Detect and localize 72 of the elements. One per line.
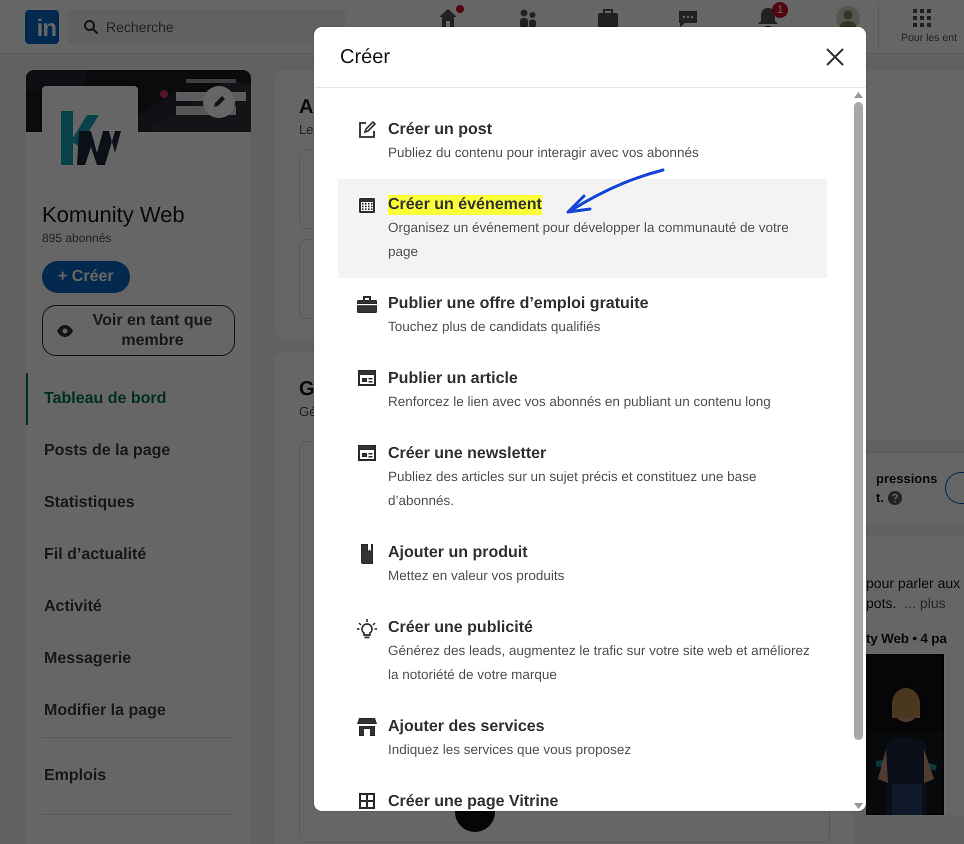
option-description: Publiez des articles sur un sujet précis et constituez une base d’abonnés. xyxy=(388,468,758,510)
grid-icon xyxy=(359,793,375,809)
option-title: Ajouter un produit xyxy=(388,543,528,563)
scrollbar[interactable] xyxy=(853,92,863,809)
store-icon xyxy=(357,718,377,736)
calendar-icon xyxy=(358,196,376,214)
sidebar-nav-item[interactable]: Emplois xyxy=(26,738,251,814)
sidebar-nav-item[interactable]: Statistiques xyxy=(26,477,251,529)
lightbulb-icon xyxy=(357,619,377,639)
pencil-icon xyxy=(211,94,227,110)
page-name: Komunity Web xyxy=(42,202,186,228)
see-more-link[interactable]: ... plus xyxy=(904,595,946,611)
newsletter-icon xyxy=(358,445,376,461)
scroll-up-icon[interactable] xyxy=(854,92,862,98)
article-icon xyxy=(358,370,376,386)
scrollbar-thumb[interactable] xyxy=(854,102,862,740)
post-text-line: pour parler aux xyxy=(866,574,962,593)
sidebar-nav-item[interactable]: Posts de la page xyxy=(26,425,251,477)
business-menu-label[interactable]: Pour les ent xyxy=(901,32,958,44)
card-title: G xyxy=(299,378,315,400)
option-title: Créer un post xyxy=(388,120,492,140)
create-option[interactable]: Créer une page Vitrine xyxy=(338,776,827,811)
option-title: Créer une newsletter xyxy=(388,444,546,464)
option-description: Renforcez le lien avec vos abonnés en publiant un contenu long xyxy=(388,393,771,411)
close-icon xyxy=(826,48,844,66)
scroll-down-icon[interactable] xyxy=(854,803,862,809)
post-text-line: pots. ... plus xyxy=(866,594,947,613)
post-author: ty Web • 4 pa xyxy=(866,631,947,646)
notification-badge: 1 xyxy=(772,2,788,18)
option-description: Touchez plus de candidats qualifiés xyxy=(388,318,600,336)
sidebar-nav-item[interactable]: Modifier la page xyxy=(26,685,251,737)
option-title: Ajouter des services xyxy=(388,717,545,737)
card-title: A xyxy=(299,96,314,118)
option-title: Créer une page Vitrine xyxy=(388,792,558,811)
sidebar-nav-item[interactable]: Fil d’actualité xyxy=(26,529,251,581)
create-option[interactable]: Créer un post Publiez du contenu pour interagir avec vos abonnés xyxy=(338,104,827,179)
follower-count: 895 abonnés xyxy=(42,231,112,245)
option-description: Indiquez les services que vous proposez xyxy=(388,741,632,759)
card-subtitle: Le xyxy=(299,122,314,137)
create-option[interactable]: Publier un article Renforcez le lien avec vos abonnés en publiant un contenu long xyxy=(338,353,827,428)
search-field[interactable]: Recherche xyxy=(68,10,346,44)
option-description: Mettez en valeur vos produits xyxy=(388,567,564,585)
sidebar-nav-item[interactable]: Activité xyxy=(26,581,251,633)
sidebar-nav-item[interactable]: Messagerie xyxy=(26,633,251,685)
dialog-title: Créer xyxy=(340,46,390,68)
help-icon[interactable] xyxy=(888,490,902,504)
create-button[interactable]: + Créer xyxy=(42,261,130,293)
create-option[interactable]: Créer un événement Organisez un événement pour développer la communauté de votre page xyxy=(338,179,827,278)
impressions-subtitle: t. xyxy=(876,490,884,505)
book-icon xyxy=(359,544,375,564)
option-description: Organisez un événement pour développer la communauté de votre page xyxy=(388,219,790,261)
option-title: Créer un événement xyxy=(388,195,542,215)
view-as-member-button[interactable]: Voir en tant que membre xyxy=(42,305,235,356)
create-option[interactable]: Publier une offre d’emploi gratuite Touchez plus de candidats qualifiés xyxy=(338,278,827,353)
impressions-title: pressions xyxy=(876,471,938,486)
option-title: Créer une publicité xyxy=(388,618,533,638)
create-option[interactable]: Créer une publicité Générez des leads, augmentez le trafic sur votre site web et améliorez la notoriété de votre marque xyxy=(338,602,827,701)
apps-grid-icon[interactable] xyxy=(912,8,932,28)
option-title: Publier un article xyxy=(388,369,518,389)
eye-icon xyxy=(57,324,73,336)
pencil-square-icon xyxy=(358,121,376,139)
option-title: Publier une offre d’emploi gratuite xyxy=(388,294,648,314)
option-description: Publiez du contenu pour interagir avec vos abonnés xyxy=(388,144,699,162)
create-option[interactable]: Créer une newsletter Publiez des articles sur un sujet précis et constituez une base d’abonnés. xyxy=(338,428,827,527)
sidebar-nav-item[interactable]: Tableau de bord xyxy=(26,373,251,425)
search-icon xyxy=(83,19,99,35)
briefcase-icon xyxy=(357,295,377,313)
option-description: Générez des leads, augmentez le trafic sur votre site web et améliorez la notoriété de votre marque xyxy=(388,642,811,684)
create-option[interactable]: Ajouter des services Indiquez les services que vous proposez xyxy=(338,701,827,776)
linkedin-logo[interactable]: in xyxy=(25,10,59,44)
create-option[interactable]: Ajouter un produit Mettez en valeur vos produits xyxy=(338,527,827,602)
briefcase-icon[interactable] xyxy=(596,6,620,30)
